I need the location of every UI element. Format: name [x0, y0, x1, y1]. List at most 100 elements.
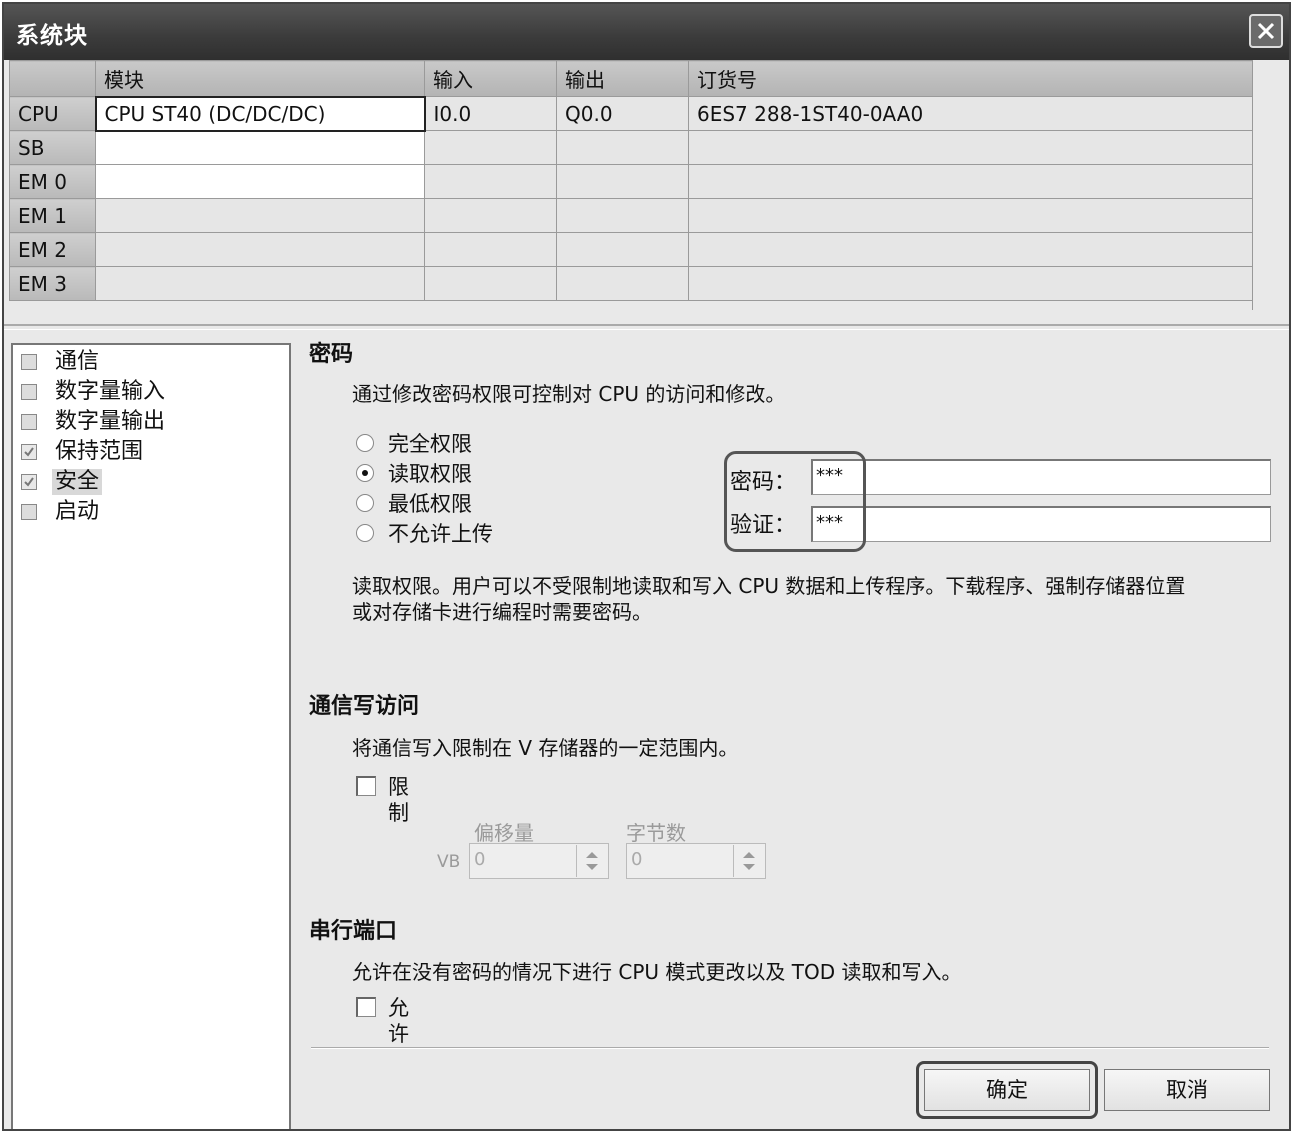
radio-label: 最低权限	[388, 492, 472, 516]
row-slot-label: CPU	[9, 96, 96, 131]
vb-prefix: VB	[437, 852, 461, 872]
access-note-line1: 读取权限。用户可以不受限制地读取和写入 CPU 数据和上传程序。下载程序、强制存…	[352, 574, 1186, 598]
byte-count-spinner[interactable]: 0	[626, 843, 766, 879]
module-cell[interactable]	[95, 164, 425, 199]
table-row: CPU CPU ST40 (DC/DC/DC) I0.0 Q0.0 6ES7 2…	[9, 95, 1253, 132]
offset-label: 偏移量	[474, 821, 534, 845]
radio-button[interactable]	[356, 464, 374, 482]
radio-label: 完全权限	[388, 432, 472, 456]
order-cell	[688, 232, 1253, 267]
spinner-arrows-icon[interactable]	[733, 845, 764, 877]
tree-checkbox[interactable]	[21, 354, 37, 370]
module-cell[interactable]	[95, 130, 425, 165]
grid-scroll-area	[1252, 60, 1289, 310]
output-cell	[556, 266, 689, 301]
table-row: EM 2	[9, 232, 1253, 267]
tree-checkbox[interactable]	[21, 384, 37, 400]
radio-selected-dot	[362, 470, 368, 476]
header-output: 输出	[556, 60, 689, 97]
offset-value: 0	[474, 849, 486, 870]
row-slot-label: EM 3	[9, 266, 96, 301]
tree-item-label: 数字量输入	[55, 379, 166, 404]
byte-count-label: 字节数	[626, 821, 686, 845]
module-cell[interactable]	[95, 232, 425, 267]
close-icon	[1257, 22, 1275, 40]
row-slot-label: EM 2	[9, 232, 96, 267]
serial-port-section-title: 串行端口	[309, 919, 398, 944]
tree-item-label: 通信	[55, 349, 100, 374]
order-cell: 6ES7 288-1ST40-0AA0	[688, 96, 1253, 131]
system-block-dialog: 系统块 模块 输入 输出 订货号 CPU CPU ST40 (DC/DC/DC)…	[2, 2, 1291, 1131]
module-cell[interactable]	[95, 198, 425, 233]
radio-button[interactable]	[356, 494, 374, 512]
table-row: EM 1	[9, 198, 1253, 233]
comm-write-section-title: 通信写访问	[309, 694, 420, 719]
restrict-checkbox[interactable]	[356, 776, 376, 796]
restrict-label: 限制	[388, 775, 409, 825]
table-row: SB	[9, 130, 1253, 165]
input-cell	[424, 130, 557, 165]
order-cell	[688, 266, 1253, 301]
password-section-title: 密码	[309, 342, 354, 367]
separator-line	[311, 1047, 1269, 1049]
order-cell	[688, 198, 1253, 233]
output-cell	[556, 164, 689, 199]
input-cell: I0.0	[424, 96, 557, 131]
row-slot-label: EM 1	[9, 198, 96, 233]
output-cell	[556, 232, 689, 267]
password-description: 通过修改密码权限可控制对 CPU 的访问和修改。	[352, 382, 786, 406]
panel-divider[interactable]	[4, 324, 1289, 330]
header-input: 输入	[424, 60, 557, 97]
allow-checkbox[interactable]	[356, 997, 376, 1017]
row-slot-label: EM 0	[9, 164, 96, 199]
window-title: 系统块	[16, 23, 88, 49]
check-icon	[24, 477, 34, 487]
check-icon	[24, 447, 34, 457]
module-table: 模块 输入 输出 订货号 CPU CPU ST40 (DC/DC/DC) I0.…	[9, 60, 1253, 301]
tree-item-label: 数字量输出	[55, 409, 166, 434]
spinner-arrows-icon[interactable]	[576, 845, 607, 877]
tree-checkbox[interactable]	[21, 474, 37, 490]
module-cell[interactable]: CPU ST40 (DC/DC/DC)	[94, 95, 426, 132]
allow-label: 允许	[388, 996, 409, 1046]
title-bar: 系统块	[4, 4, 1289, 60]
input-cell	[424, 198, 557, 233]
verify-input[interactable]: ***	[811, 506, 1271, 542]
output-cell	[556, 130, 689, 165]
header-order-number: 订货号	[688, 60, 1253, 97]
settings-tree: 通信 数字量输入 数字量输出 保持范围 安全 启动	[11, 343, 291, 1129]
radio-button[interactable]	[356, 524, 374, 542]
output-cell	[556, 198, 689, 233]
tree-item-label: 保持范围	[55, 439, 144, 464]
input-cell	[424, 164, 557, 199]
tree-checkbox[interactable]	[21, 444, 37, 460]
tree-checkbox[interactable]	[21, 504, 37, 520]
comm-write-description: 将通信写入限制在 V 存储器的一定范围内。	[352, 736, 739, 760]
cancel-button[interactable]: 取消	[1104, 1069, 1270, 1111]
order-cell	[688, 164, 1253, 199]
tree-item-label: 安全	[52, 469, 103, 495]
input-cell	[424, 232, 557, 267]
serial-port-description: 允许在没有密码的情况下进行 CPU 模式更改以及 TOD 读取和写入。	[352, 960, 962, 984]
radio-label: 不允许上传	[388, 522, 493, 546]
table-row: EM 0	[9, 164, 1253, 199]
password-input[interactable]: ***	[811, 459, 1271, 495]
tree-checkbox[interactable]	[21, 414, 37, 430]
ok-button[interactable]: 确定	[924, 1069, 1090, 1111]
password-highlight-outline	[724, 451, 866, 552]
output-cell: Q0.0	[556, 96, 689, 131]
module-cell[interactable]	[95, 266, 425, 301]
radio-label: 读取权限	[388, 462, 472, 486]
table-header-row: 模块 输入 输出 订货号	[9, 60, 1253, 97]
row-slot-label: SB	[9, 130, 96, 165]
tree-item-label: 启动	[55, 499, 100, 524]
close-button[interactable]	[1249, 14, 1283, 48]
order-cell	[688, 130, 1253, 165]
table-row: EM 3	[9, 266, 1253, 301]
input-cell	[424, 266, 557, 301]
access-note-line2: 或对存储卡进行编程时需要密码。	[352, 600, 652, 624]
byte-count-value: 0	[631, 849, 643, 870]
radio-button[interactable]	[356, 434, 374, 452]
offset-spinner[interactable]: 0	[469, 843, 609, 879]
header-module: 模块	[95, 60, 425, 97]
